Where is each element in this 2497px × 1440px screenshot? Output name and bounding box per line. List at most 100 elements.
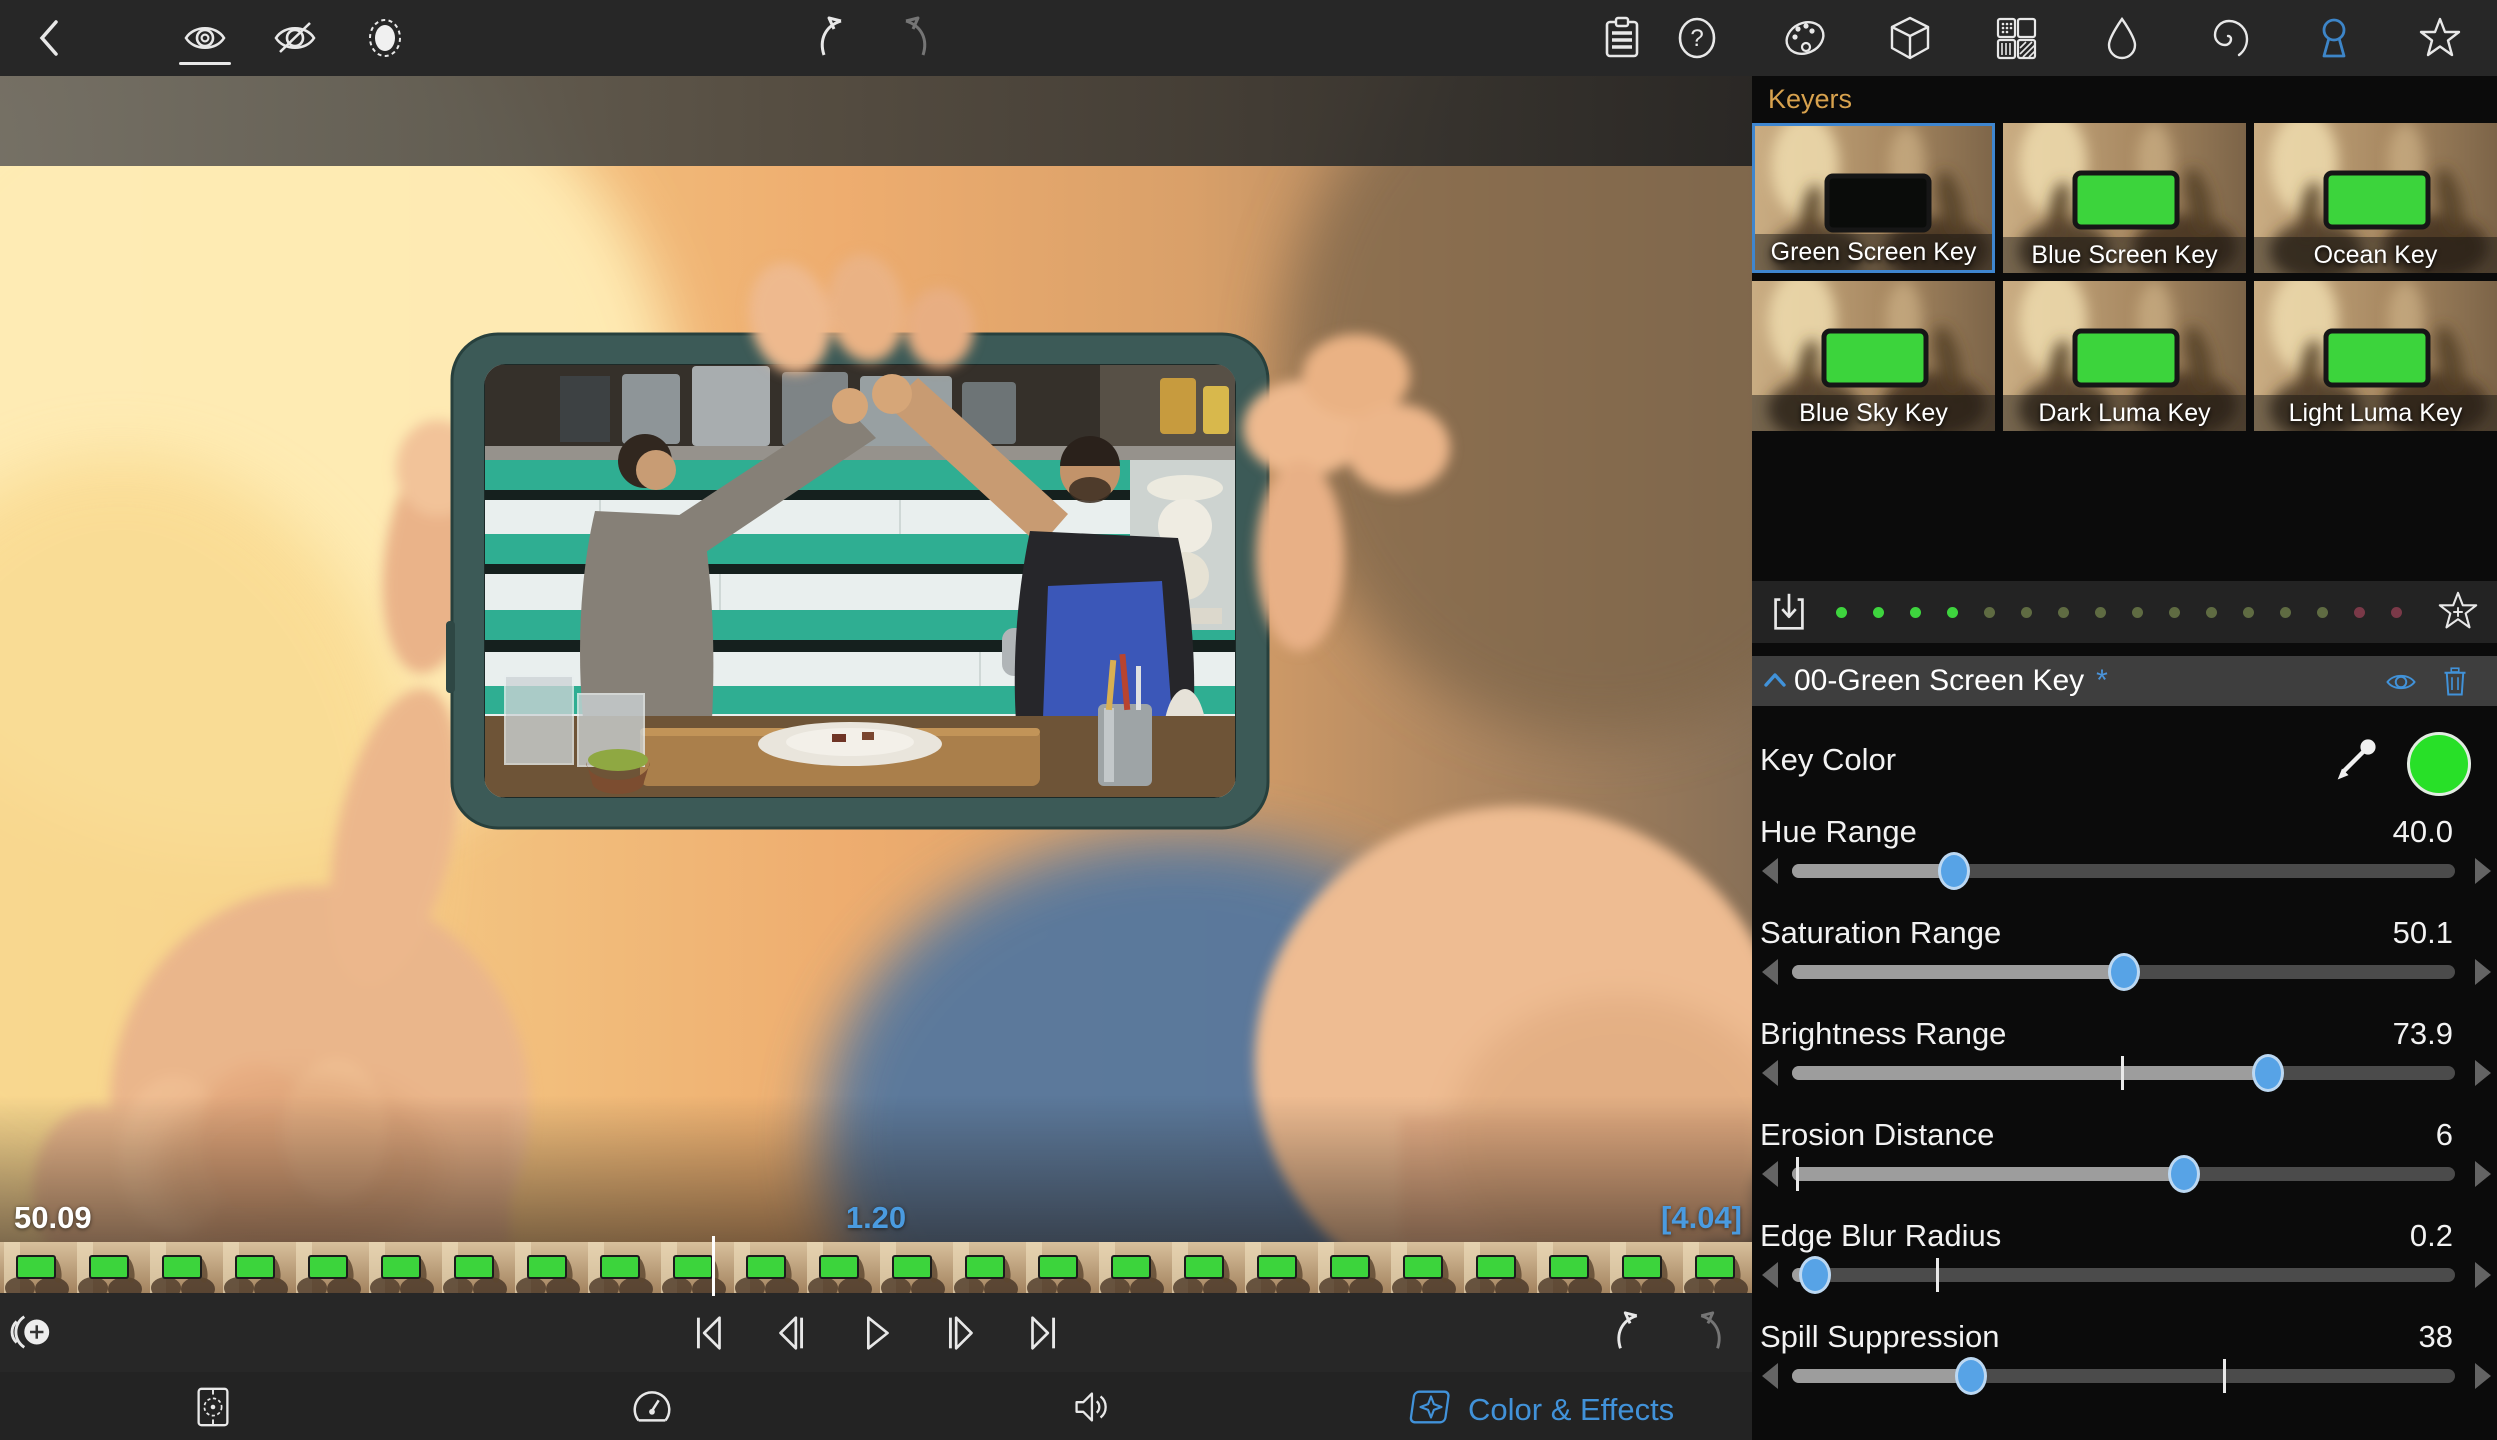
pagination-dot-3[interactable]	[1910, 607, 1921, 618]
preset-dark-luma-key[interactable]: Dark Luma Key	[2003, 281, 2246, 431]
pagination-dot-16[interactable]	[2391, 607, 2402, 618]
filmstrip-frame[interactable]	[511, 1242, 584, 1293]
key-color-swatch[interactable]	[2407, 732, 2471, 796]
video-preview-area[interactable]: 50.09 1.20 [4.04]	[0, 76, 1752, 1440]
import-preset-icon[interactable]	[1766, 589, 1812, 635]
timeline-filmstrip[interactable]	[0, 1242, 1752, 1293]
slider-step-down-arrow[interactable]	[1762, 1060, 1778, 1086]
distort-spiral-icon[interactable]	[2204, 14, 2252, 62]
eyedropper-icon[interactable]	[2329, 734, 2381, 786]
color-palette-icon[interactable]	[1781, 14, 1829, 62]
matte-preview-icon[interactable]	[361, 14, 409, 62]
preset-ocean-key[interactable]: Ocean Key	[2254, 123, 2497, 273]
filmstrip-frame[interactable]	[876, 1242, 949, 1293]
slider-step-down-arrow[interactable]	[1762, 1262, 1778, 1288]
tab-speed-icon[interactable]	[629, 1384, 675, 1430]
filmstrip-frame[interactable]	[949, 1242, 1022, 1293]
timeline-redo-icon[interactable]	[1684, 1309, 1730, 1355]
filmstrip-frame[interactable]	[146, 1242, 219, 1293]
slider-thumb[interactable]	[1938, 852, 1970, 890]
timeline-undo-icon[interactable]	[1608, 1309, 1654, 1355]
pagination-dot-10[interactable]	[2169, 607, 2180, 618]
filmstrip-frame[interactable]	[1168, 1242, 1241, 1293]
play-icon[interactable]	[853, 1310, 899, 1356]
timeline-playhead[interactable]	[712, 1236, 715, 1296]
filmstrip-frame[interactable]	[1241, 1242, 1314, 1293]
frame-back-icon[interactable]	[769, 1310, 815, 1356]
filmstrip-frame[interactable]	[438, 1242, 511, 1293]
filmstrip-frame[interactable]	[73, 1242, 146, 1293]
slider-track[interactable]	[1792, 864, 2455, 878]
slider-step-down-arrow[interactable]	[1762, 959, 1778, 985]
redo-icon[interactable]	[888, 14, 936, 62]
pagination-dot-6[interactable]	[2021, 607, 2032, 618]
3d-cube-icon[interactable]	[1886, 14, 1934, 62]
slider-step-down-arrow[interactable]	[1762, 1161, 1778, 1187]
slider-step-up-arrow[interactable]	[2475, 1262, 2491, 1288]
slider-step-down-arrow[interactable]	[1762, 1363, 1778, 1389]
pagination-dot-5[interactable]	[1984, 607, 1995, 618]
filmstrip-frame[interactable]	[219, 1242, 292, 1293]
star-add-icon[interactable]	[2435, 589, 2481, 635]
pagination-dot-2[interactable]	[1873, 607, 1884, 618]
slider-step-up-arrow[interactable]	[2475, 1363, 2491, 1389]
filmstrip-frame[interactable]	[803, 1242, 876, 1293]
preset-blue-sky-key[interactable]: Blue Sky Key	[1752, 281, 1995, 431]
filmstrip-frame[interactable]	[730, 1242, 803, 1293]
tab-audio-icon[interactable]	[1067, 1384, 1113, 1430]
slider-track[interactable]	[1792, 1167, 2455, 1181]
pagination-dot-1[interactable]	[1836, 607, 1847, 618]
back-icon[interactable]	[26, 14, 74, 62]
filmstrip-frame[interactable]	[1533, 1242, 1606, 1293]
layer-visibility-eye-icon[interactable]	[2383, 664, 2419, 700]
skip-to-end-icon[interactable]	[1021, 1310, 1067, 1356]
slider-track[interactable]	[1792, 1369, 2455, 1383]
filmstrip-frame[interactable]	[0, 1242, 73, 1293]
chevron-up-icon[interactable]	[1760, 666, 1790, 696]
preset-light-luma-key[interactable]: Light Luma Key	[2254, 281, 2497, 431]
filmstrip-frame[interactable]	[292, 1242, 365, 1293]
pagination-dot-11[interactable]	[2206, 607, 2217, 618]
pagination-dot-9[interactable]	[2132, 607, 2143, 618]
filmstrip-frame[interactable]	[365, 1242, 438, 1293]
filmstrip-frame[interactable]	[657, 1242, 730, 1293]
slider-step-up-arrow[interactable]	[2475, 1161, 2491, 1187]
tab-color-effects-label[interactable]: Color & Effects	[1468, 1392, 1674, 1428]
filmstrip-frame[interactable]	[1460, 1242, 1533, 1293]
show-keyed-result-icon[interactable]	[181, 14, 229, 62]
favorites-star-icon[interactable]	[2416, 14, 2464, 62]
slider-thumb[interactable]	[2252, 1054, 2284, 1092]
preset-green-screen-key[interactable]: Green Screen Key	[1752, 123, 1995, 273]
frame-forward-icon[interactable]	[937, 1310, 983, 1356]
filmstrip-frame[interactable]	[584, 1242, 657, 1293]
pagination-dot-15[interactable]	[2354, 607, 2365, 618]
filmstrip-frame[interactable]	[1022, 1242, 1095, 1293]
slider-thumb[interactable]	[1955, 1357, 1987, 1395]
slider-step-up-arrow[interactable]	[2475, 1060, 2491, 1086]
skip-to-start-icon[interactable]	[685, 1310, 731, 1356]
preset-blue-screen-key[interactable]: Blue Screen Key	[2003, 123, 2246, 273]
pagination-dot-12[interactable]	[2243, 607, 2254, 618]
pagination-dot-13[interactable]	[2280, 607, 2291, 618]
slider-step-up-arrow[interactable]	[2475, 858, 2491, 884]
undo-icon[interactable]	[811, 14, 859, 62]
tab-color-effects-icon[interactable]	[1408, 1384, 1454, 1430]
filmstrip-frame[interactable]	[1095, 1242, 1168, 1293]
filmstrip-frame[interactable]	[1606, 1242, 1679, 1293]
slider-thumb[interactable]	[2108, 953, 2140, 991]
pagination-dot-7[interactable]	[2058, 607, 2069, 618]
filmstrip-frame[interactable]	[1387, 1242, 1460, 1293]
transitions-grid-icon[interactable]	[1992, 14, 2040, 62]
pagination-dot-14[interactable]	[2317, 607, 2328, 618]
slider-track[interactable]	[1792, 1268, 2455, 1282]
keyer-icon[interactable]	[2310, 14, 2358, 62]
filmstrip-frame[interactable]	[1314, 1242, 1387, 1293]
layer-delete-trash-icon[interactable]	[2437, 663, 2473, 699]
blur-drop-icon[interactable]	[2098, 14, 2146, 62]
slider-step-down-arrow[interactable]	[1762, 858, 1778, 884]
tab-frame-fit-icon[interactable]	[190, 1384, 236, 1430]
slider-thumb[interactable]	[1799, 1256, 1831, 1294]
slider-step-up-arrow[interactable]	[2475, 959, 2491, 985]
slider-thumb[interactable]	[2168, 1155, 2200, 1193]
layer-header[interactable]: 00-Green Screen Key*	[1752, 656, 2497, 706]
